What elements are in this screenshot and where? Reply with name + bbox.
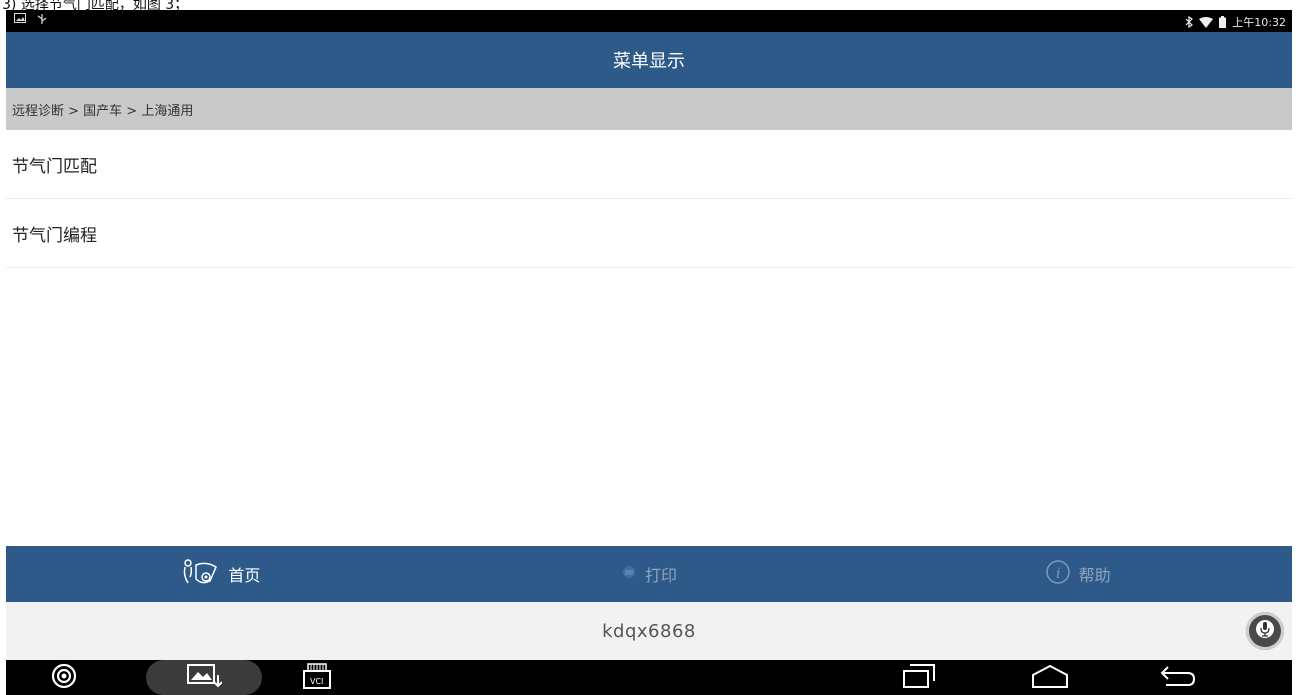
- svg-text:i: i: [1056, 566, 1060, 582]
- document-caption: 3) 选择节气门匹配，如图 3；: [0, 0, 1298, 10]
- info-icon: i: [1045, 559, 1071, 589]
- image-icon: [14, 13, 26, 25]
- battery-icon: [1219, 16, 1227, 28]
- search-value: kdqx6868: [602, 620, 696, 642]
- recent-apps-icon: [902, 663, 936, 693]
- voice-input-button[interactable]: [1246, 612, 1284, 650]
- microphone-icon: [1255, 618, 1275, 645]
- screenshot-button[interactable]: [186, 663, 223, 693]
- back-button[interactable]: [1158, 664, 1198, 692]
- svg-text:VCI: VCI: [310, 677, 323, 686]
- breadcrumb: 远程诊断 > 国产车 > 上海通用: [6, 88, 1292, 130]
- help-label: 帮助: [1078, 566, 1111, 585]
- usb-icon: [36, 13, 48, 25]
- page-title: 菜单显示: [6, 32, 1292, 88]
- menu-item-throttle-programming[interactable]: 节气门编程: [6, 199, 1292, 268]
- print-icon: [621, 564, 637, 584]
- vci-button[interactable]: VCI: [302, 662, 332, 694]
- browser-button[interactable]: [50, 662, 78, 694]
- recent-apps-button[interactable]: [902, 664, 936, 692]
- search-bar[interactable]: kdqx6868: [6, 602, 1292, 660]
- status-time: 上午10:32: [1232, 16, 1286, 29]
- menu-item-throttle-matching[interactable]: 节气门匹配: [6, 130, 1292, 199]
- system-navigation-bar: VCI: [6, 660, 1292, 695]
- home-label: 首页: [228, 566, 261, 585]
- home-nav-button[interactable]: [1030, 664, 1070, 692]
- print-label: 打印: [645, 566, 678, 585]
- vci-icon: VCI: [302, 662, 332, 694]
- screenshot-icon: [186, 663, 223, 693]
- help-button[interactable]: i 帮助: [863, 546, 1292, 602]
- wifi-icon: [1199, 16, 1214, 28]
- chrome-icon: [50, 662, 78, 694]
- back-icon: [1158, 663, 1198, 693]
- home-button[interactable]: 首页: [6, 546, 435, 602]
- bottom-toolbar: 首页 打印 i 帮助: [6, 546, 1292, 602]
- status-bar: 上午10:32: [6, 10, 1292, 32]
- home-icon: [180, 557, 220, 591]
- bluetooth-icon: [1185, 16, 1194, 28]
- home-outline-icon: [1030, 663, 1070, 693]
- menu-list: 节气门匹配 节气门编程: [6, 130, 1292, 268]
- print-button[interactable]: 打印: [435, 546, 864, 602]
